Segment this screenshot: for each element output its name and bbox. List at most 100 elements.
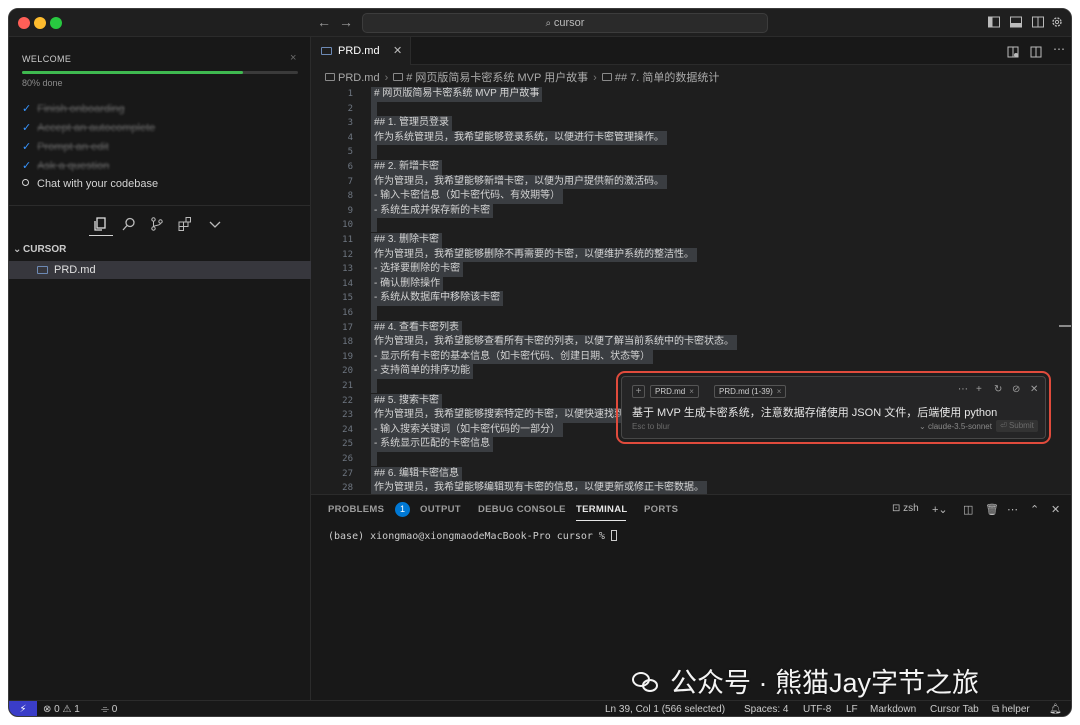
close-icon[interactable]: ✕: [393, 44, 402, 57]
remote-indicator-icon[interactable]: ⚡: [9, 701, 37, 716]
line-ending[interactable]: LF: [846, 704, 858, 715]
close-icon[interactable]: ×: [689, 387, 694, 396]
more-icon[interactable]: ⋯: [958, 384, 968, 395]
plus-icon[interactable]: +: [976, 384, 982, 395]
onboarding-step[interactable]: ✓ Ask a question: [22, 159, 109, 172]
code-line[interactable]: 26: [311, 452, 1071, 467]
context-chip[interactable]: PRD.md ×: [650, 385, 699, 398]
breadcrumb-item[interactable]: ## 7. 简单的数据统计: [615, 72, 720, 84]
tab-debug-console[interactable]: DEBUG CONSOLE: [478, 504, 566, 515]
code-line[interactable]: 6 ## 2. 新增卡密: [311, 160, 1071, 175]
code-line[interactable]: 27 ## 6. 编辑卡密信息: [311, 466, 1071, 482]
terminal-shell-selector[interactable]: ⊡ zsh: [892, 503, 919, 514]
submit-button[interactable]: ⏎ Submit: [996, 420, 1038, 432]
code-line[interactable]: 12 作为管理员，我希望能够删除不再需要的卡密，以便维护系统的整洁性。: [311, 247, 1071, 263]
code-line[interactable]: 11 ## 3. 删除卡密: [311, 233, 1071, 248]
close-panel-icon[interactable]: ✕: [1051, 503, 1060, 516]
toggle-panel-icon[interactable]: [1009, 15, 1023, 29]
error-icon: ⊗: [43, 704, 55, 715]
bell-icon[interactable]: 🔔︎: [1049, 704, 1062, 715]
trash-icon[interactable]: 🗑: [985, 503, 999, 516]
add-context-button[interactable]: +: [632, 385, 645, 398]
code-line[interactable]: 7 作为管理员，我希望能够新增卡密，以便为用户提供新的激活码。: [311, 174, 1071, 190]
inline-prompt-box[interactable]: + PRD.md × PRD.md (1-39) × ⋯ + ↻ ⊘ ✕ 基于 MV…: [616, 371, 1051, 444]
settings-icon[interactable]: ⊘: [1012, 384, 1020, 395]
onboarding-step-current[interactable]: Chat with your codebase: [22, 178, 158, 190]
onboarding-step[interactable]: ✓ Prompt an edit: [22, 140, 109, 153]
context-chip[interactable]: PRD.md (1-39) ×: [714, 385, 787, 398]
back-arrow-icon[interactable]: ←: [317, 14, 331, 30]
warning-icon: ⚠: [59, 704, 75, 715]
chevron-down-icon[interactable]: [207, 216, 223, 232]
line-number: 13: [342, 264, 353, 275]
code-line[interactable]: 8 - 输入卡密信息（如卡密代码、有效期等）: [311, 189, 1071, 204]
code-line[interactable]: 3 ## 1. 管理员登录: [311, 116, 1071, 131]
scrollbar-marker[interactable]: [1059, 325, 1071, 327]
files-icon[interactable]: [93, 216, 109, 232]
minimize-window-button[interactable]: [34, 17, 46, 29]
toggle-primary-sidebar-icon[interactable]: [987, 15, 1001, 29]
title-bar: ← → ⌕ cursor: [9, 9, 1071, 37]
line-number: 12: [342, 249, 353, 260]
ports-status[interactable]: ⌯ 0: [101, 704, 117, 715]
gear-icon[interactable]: [1050, 15, 1064, 29]
problems-status[interactable]: ⊗ 0 ⚠ 1: [43, 704, 80, 715]
onboarding-step[interactable]: ✓ Finish onboarding: [22, 102, 125, 115]
tab-output[interactable]: OUTPUT: [420, 504, 461, 515]
cursor-tab-status[interactable]: Cursor Tab: [930, 704, 979, 715]
active-tab-indicator: [576, 520, 626, 521]
tab-ports[interactable]: PORTS: [644, 504, 678, 515]
code-line[interactable]: 2: [311, 101, 1071, 117]
maximize-window-button[interactable]: [50, 17, 62, 29]
tab-prd-md[interactable]: PRD.md ✕: [311, 37, 411, 65]
terminal-output[interactable]: (base) xiongmao@xiongmaodeMacBook-Pro cu…: [328, 530, 617, 542]
extensions-icon[interactable]: [177, 216, 193, 232]
line-number: 4: [347, 132, 353, 143]
breadcrumb-item[interactable]: # 网页版简易卡密系统 MVP 用户故事: [406, 72, 588, 84]
code-line[interactable]: 15 - 系统从数据库中移除该卡密: [311, 291, 1071, 306]
code-line[interactable]: 10: [311, 218, 1071, 233]
prompt-input[interactable]: 基于 MVP 生成卡密系统，注意数据存储使用 JSON 文件，后端使用 pyth…: [632, 404, 997, 420]
open-preview-icon[interactable]: [1006, 45, 1020, 59]
helper-status[interactable]: ⧉ helper: [992, 704, 1030, 715]
code-line[interactable]: 17 ## 4. 查看卡密列表: [311, 320, 1071, 336]
explorer-folder-header[interactable]: ⌄ CURSOR: [13, 244, 66, 255]
source-control-icon[interactable]: [149, 216, 165, 232]
new-terminal-button[interactable]: +⌄: [932, 503, 948, 516]
tab-problems[interactable]: PROBLEMS: [328, 504, 384, 515]
command-center-search[interactable]: ⌕ cursor: [362, 13, 768, 33]
encoding[interactable]: UTF-8: [803, 704, 831, 715]
cursor-position[interactable]: Ln 39, Col 1 (566 selected): [605, 704, 725, 715]
close-icon[interactable]: ×: [290, 52, 296, 64]
code-line[interactable]: 14 - 确认删除操作: [311, 276, 1071, 292]
code-line[interactable]: 25 - 系统显示匹配的卡密信息: [311, 437, 1071, 452]
more-actions-icon[interactable]: ⋯: [1007, 503, 1018, 516]
code-line[interactable]: 18 作为管理员，我希望能够查看所有卡密的列表，以便了解当前系统中的卡密状态。: [311, 335, 1071, 350]
code-line[interactable]: 13 - 选择要删除的卡密: [311, 262, 1071, 277]
language-mode[interactable]: Markdown: [870, 704, 916, 715]
code-line[interactable]: 19 - 显示所有卡密的基本信息（如卡密代码、创建日期、状态等）: [311, 349, 1071, 365]
indentation[interactable]: Spaces: 4: [744, 704, 788, 715]
onboarding-step[interactable]: ✓ Accept an autocomplete: [22, 121, 155, 134]
breadcrumb-item[interactable]: PRD.md: [338, 72, 380, 84]
code-line[interactable]: 4 作为系统管理员，我希望能够登录系统，以便进行卡密管理操作。: [311, 130, 1071, 146]
close-icon[interactable]: ×: [777, 387, 782, 396]
split-editor-icon[interactable]: [1029, 45, 1043, 59]
model-selector[interactable]: ⌄ claude-3.5-sonnet: [919, 422, 992, 431]
line-number: 2: [347, 103, 353, 114]
explorer-file-item[interactable]: PRD.md: [9, 261, 311, 279]
code-line[interactable]: 16: [311, 306, 1071, 321]
search-icon[interactable]: [121, 216, 137, 232]
more-actions-icon[interactable]: ⋯: [1053, 42, 1067, 56]
code-line[interactable]: 5: [311, 145, 1071, 160]
maximize-panel-icon[interactable]: ⌃: [1030, 503, 1039, 516]
code-line[interactable]: 9 - 系统生成并保存新的卡密: [311, 203, 1071, 219]
close-icon[interactable]: ✕: [1030, 384, 1038, 395]
toggle-secondary-sidebar-icon[interactable]: [1031, 15, 1045, 29]
code-line[interactable]: 1 # 网页版简易卡密系统 MVP 用户故事: [311, 87, 1071, 102]
forward-arrow-icon[interactable]: →: [339, 14, 353, 30]
split-terminal-icon[interactable]: ◫: [963, 503, 973, 516]
history-icon[interactable]: ↻: [994, 384, 1002, 395]
tab-terminal[interactable]: TERMINAL: [576, 504, 627, 515]
close-window-button[interactable]: [18, 17, 30, 29]
